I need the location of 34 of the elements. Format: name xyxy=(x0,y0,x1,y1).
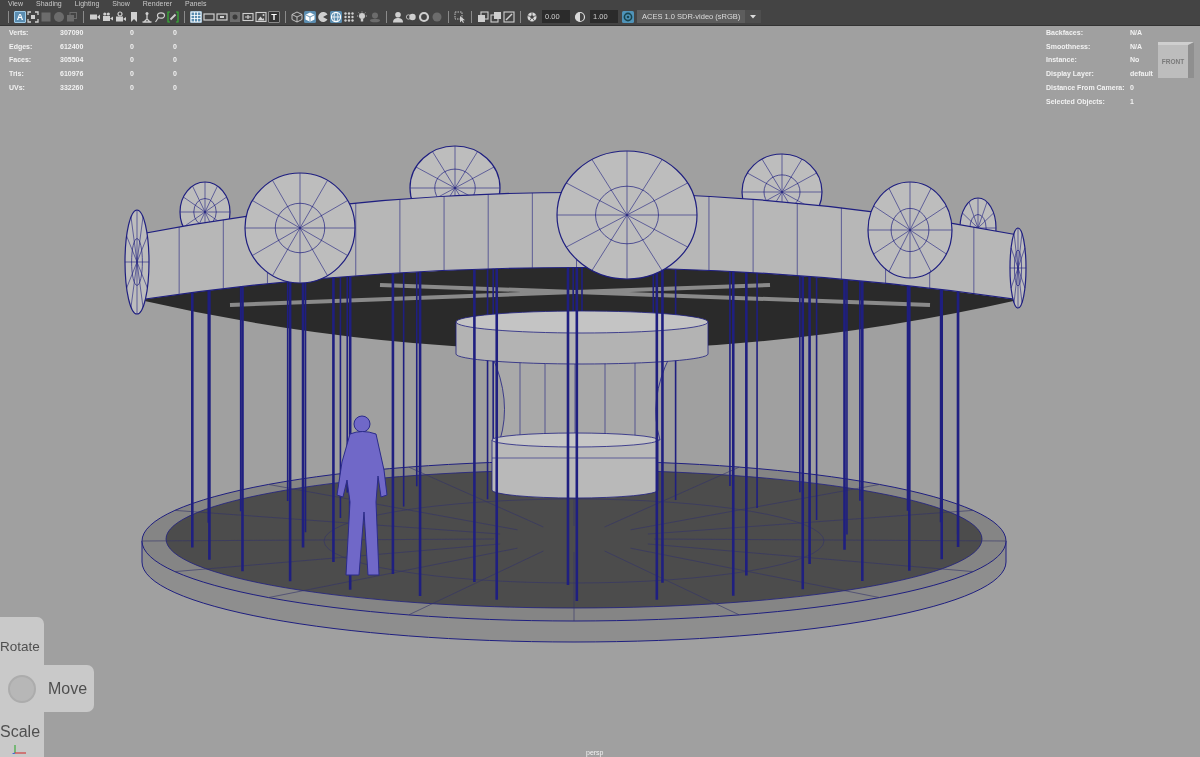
wireframe-cube-icon[interactable] xyxy=(291,10,303,23)
wireframe-sphere-icon[interactable] xyxy=(330,10,342,23)
scale-button[interactable]: Scale xyxy=(0,712,44,757)
light-bulb-icon[interactable] xyxy=(356,10,368,23)
shaded-cube-icon[interactable] xyxy=(304,10,316,23)
axes-icon xyxy=(12,744,28,754)
joystick-icon[interactable] xyxy=(141,10,153,23)
overlapping-squares-icon[interactable] xyxy=(477,10,489,23)
caret-icon[interactable] xyxy=(745,10,761,23)
selection-cursor-icon[interactable] xyxy=(454,10,466,23)
dot-grid-icon[interactable] xyxy=(343,10,355,23)
resolution-gate-icon[interactable] xyxy=(216,10,228,23)
grid-icon[interactable] xyxy=(190,10,202,23)
half-circle-icon[interactable] xyxy=(574,10,586,23)
rotate-button[interactable]: Rotate xyxy=(0,617,44,665)
magnifier-icon[interactable] xyxy=(154,10,166,23)
slashed-square-icon[interactable] xyxy=(503,10,515,23)
pencil-icon[interactable] xyxy=(167,10,179,23)
crosshair-frame-icon[interactable] xyxy=(242,10,254,23)
film-camera-icon[interactable] xyxy=(102,10,114,23)
aperture-icon[interactable] xyxy=(526,10,538,23)
camera-ring-icon[interactable] xyxy=(115,10,127,23)
letter-button[interactable]: T xyxy=(268,10,280,23)
overlapping-squares-icon[interactable] xyxy=(490,10,502,23)
person-bust-icon[interactable] xyxy=(392,10,404,23)
letter-button[interactable]: A xyxy=(14,10,26,23)
rectangle-frame-icon[interactable] xyxy=(203,10,215,23)
ring-icon[interactable] xyxy=(418,10,430,23)
bookmark-icon[interactable] xyxy=(128,10,140,23)
circle-icon xyxy=(8,674,36,703)
frame-corners-icon[interactable] xyxy=(27,10,39,23)
color-ring-icon[interactable] xyxy=(622,10,634,23)
move-button[interactable]: Move xyxy=(44,665,94,712)
image-icon[interactable] xyxy=(255,10,267,23)
